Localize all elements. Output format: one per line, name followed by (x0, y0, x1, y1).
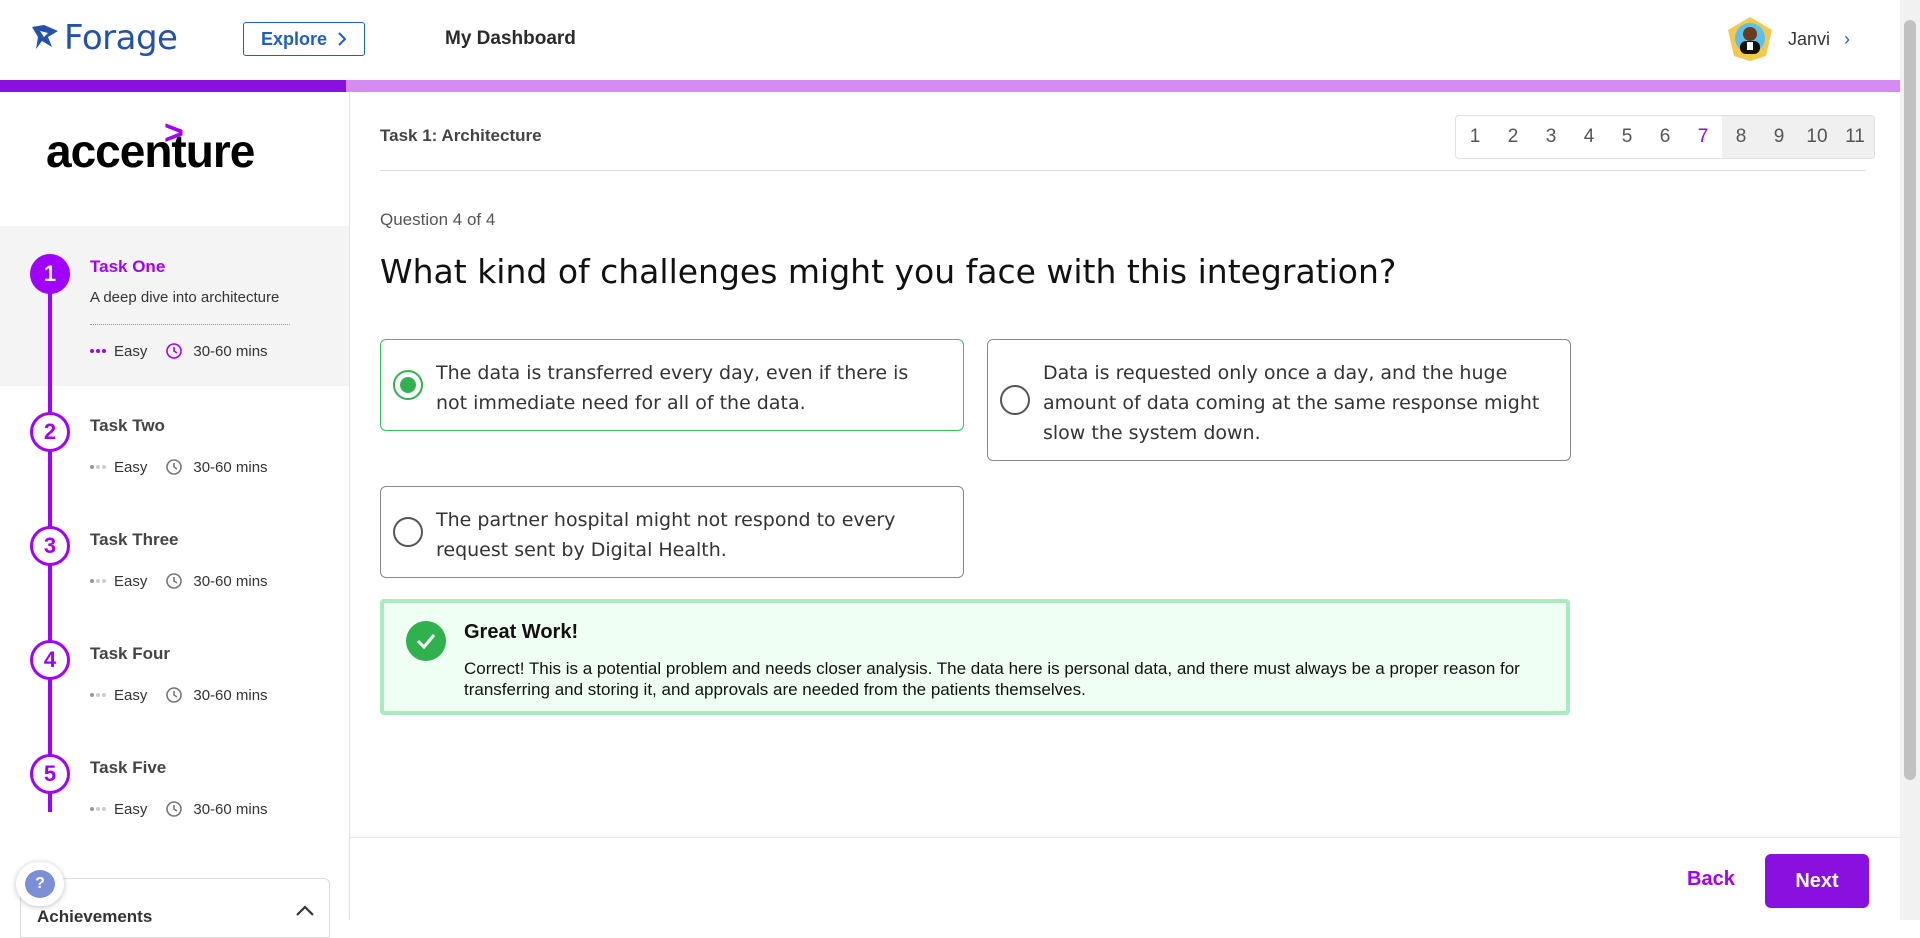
answer-text: The data is transferred every day, even … (436, 362, 909, 414)
avatar (1727, 17, 1772, 61)
task-title: Task Two (90, 416, 165, 435)
task-number-badge: 1 (30, 254, 70, 294)
scrollbar[interactable] (1900, 0, 1920, 920)
task-meta: Easy 30-60 mins (90, 800, 268, 818)
page-number-8[interactable]: 8 (1722, 116, 1760, 158)
difficulty-label: Easy (114, 572, 148, 590)
scrollbar-thumb[interactable] (1904, 20, 1916, 780)
feedback-text: Correct! This is a potential problem and… (464, 659, 1520, 699)
task-title: Task One (90, 257, 166, 276)
duration-label: 30-60 mins (193, 342, 268, 360)
user-menu[interactable]: Janvi › (1726, 16, 1850, 62)
page-number-10[interactable]: 10 (1798, 116, 1836, 158)
task-number-badge: 2 (30, 412, 70, 452)
answer-option-2[interactable]: Data is requested only once a day, and t… (987, 339, 1571, 461)
page-number-1[interactable]: 1 (1456, 116, 1494, 158)
radio-icon[interactable] (393, 517, 423, 547)
back-button[interactable]: Back (1687, 868, 1735, 891)
task-meta: Easy 30-60 mins (90, 458, 268, 476)
clock-icon (166, 343, 183, 359)
footer-bar: Back Next (350, 837, 1900, 920)
course-progress-bar (0, 80, 1900, 92)
difficulty-icon (90, 465, 106, 469)
feedback-title: Great Work! (464, 621, 579, 643)
duration-label: 30-60 mins (193, 800, 268, 818)
accenture-greater-than-icon: > (164, 114, 184, 152)
page-number-4[interactable]: 4 (1570, 116, 1608, 158)
feedback-panel: Great Work! Correct! This is a potential… (380, 599, 1570, 715)
task-heading: Task 1: Architecture (380, 126, 542, 145)
page-number-2[interactable]: 2 (1494, 116, 1532, 158)
page-number-3[interactable]: 3 (1532, 116, 1570, 158)
chevron-right-icon (338, 32, 347, 46)
difficulty-icon (90, 349, 106, 353)
clock-icon (166, 687, 183, 703)
active-task-highlight (0, 226, 349, 386)
divider (90, 324, 290, 325)
radio-icon[interactable] (1000, 385, 1030, 415)
page-number-9[interactable]: 9 (1760, 116, 1798, 158)
difficulty-label: Easy (114, 342, 148, 360)
help-button[interactable]: ? (16, 862, 64, 906)
logo-text: Forage (64, 18, 178, 58)
task-description: A deep dive into architecture (90, 289, 280, 306)
difficulty-label: Easy (114, 458, 148, 476)
page-number-11[interactable]: 11 (1836, 116, 1874, 158)
difficulty-label: Easy (114, 800, 148, 818)
next-button[interactable]: Next (1765, 854, 1869, 908)
clock-icon (166, 459, 183, 475)
clock-icon (166, 573, 183, 589)
task-number-badge: 4 (30, 640, 70, 680)
page-navigator: 1 2 3 4 5 6 7 8 9 10 11 (1455, 115, 1875, 159)
difficulty-label: Easy (114, 686, 148, 704)
task-meta: Easy 30-60 mins (90, 342, 268, 360)
task-title: Task Four (90, 644, 170, 663)
task-meta: Easy 30-60 mins (90, 572, 268, 590)
answer-text: The partner hospital might not respond t… (436, 509, 896, 561)
radio-selected-icon[interactable] (393, 370, 423, 400)
question-text: What kind of challenges might you face w… (380, 252, 1397, 291)
duration-label: 30-60 mins (193, 686, 268, 704)
achievements-label: Achievements (37, 907, 153, 926)
achievements-panel[interactable]: Achievements (20, 878, 330, 938)
duration-label: 30-60 mins (193, 458, 268, 476)
brand-name: accenture (46, 125, 255, 177)
answer-option-1[interactable]: The data is transferred every day, even … (380, 339, 964, 431)
task-sidebar: > accenture 1 Task One A deep dive into … (0, 92, 350, 938)
progress-fill (0, 80, 346, 92)
check-circle-icon (406, 621, 446, 661)
task-title: Task Three (90, 530, 179, 549)
explore-button[interactable]: Explore (243, 22, 365, 56)
task-number-badge: 5 (30, 754, 70, 794)
difficulty-icon (90, 693, 106, 697)
my-dashboard-link[interactable]: My Dashboard (445, 28, 576, 50)
difficulty-icon (90, 579, 106, 583)
divider (380, 170, 1866, 171)
top-header: Forage Explore My Dashboard Janvi › (0, 0, 1900, 80)
chevron-up-icon[interactable] (295, 903, 315, 917)
difficulty-icon (90, 807, 106, 811)
main-content: Task 1: Architecture 1 2 3 4 5 6 7 8 9 10 11 Quest… (350, 92, 1900, 920)
page-number-5[interactable]: 5 (1608, 116, 1646, 158)
task-meta: Easy 30-60 mins (90, 686, 268, 704)
page-number-6[interactable]: 6 (1646, 116, 1684, 158)
task-number-badge: 3 (30, 526, 70, 566)
forage-logo[interactable]: Forage (30, 18, 178, 58)
page-number-7[interactable]: 7 (1684, 116, 1722, 158)
accenture-logo: > accenture (46, 114, 255, 178)
duration-label: 30-60 mins (193, 572, 268, 590)
task-title: Task Five (90, 758, 167, 777)
clock-icon (166, 801, 183, 817)
user-name: Janvi (1787, 28, 1830, 49)
chevron-right-icon: › (1844, 28, 1850, 49)
answer-text: Data is requested only once a day, and t… (1043, 362, 1540, 444)
question-counter: Question 4 of 4 (380, 210, 496, 229)
help-icon: ? (25, 870, 55, 898)
answer-option-3[interactable]: The partner hospital might not respond t… (380, 486, 964, 578)
explore-label: Explore (260, 28, 328, 49)
forage-mark-icon (32, 25, 58, 49)
